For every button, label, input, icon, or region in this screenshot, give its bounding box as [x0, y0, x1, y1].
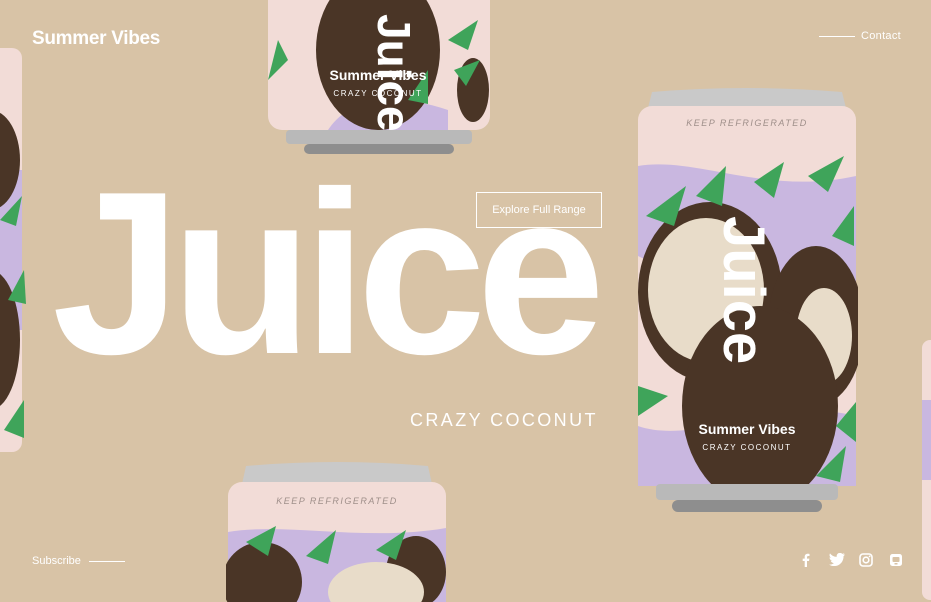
hero-subtitle: CRAZY COCONUT: [410, 410, 598, 430]
can-right-top-text: KEEP REFRIGERATED: [686, 118, 808, 128]
can-left-partial: [0, 48, 26, 452]
twitter-icon[interactable]: [829, 552, 845, 567]
contact-link[interactable]: Contact: [818, 30, 901, 42]
contact-divider: [818, 35, 855, 37]
can-top: Juice Summer Vibes CRAZY COCONUT: [268, 0, 490, 154]
can-right-edge-partial: [922, 340, 931, 600]
subscribe-label: Subscribe: [32, 555, 81, 567]
media-icon[interactable]: [889, 553, 903, 567]
can-top-brand: Summer Vibes: [329, 67, 426, 83]
can-right-brand: Summer Vibes: [698, 421, 795, 437]
can-bottom: KEEP REFRIGERATED: [226, 462, 446, 602]
can-right-flavor: CRAZY COCONUT: [702, 443, 791, 452]
subscribe-divider: [88, 560, 125, 562]
subscribe-link[interactable]: Subscribe: [32, 555, 125, 567]
social-links: [799, 552, 903, 567]
instagram-icon[interactable]: [859, 553, 873, 567]
contact-label: Contact: [860, 30, 901, 42]
can-bottom-top-text: KEEP REFRIGERATED: [276, 496, 398, 506]
can-right-main: KEEP REFRIGERATED Juice Summer Vibes CRA…: [638, 88, 858, 512]
can-top-flavor: CRAZY COCONUT: [333, 89, 422, 98]
explore-full-range-button[interactable]: Explore Full Range: [476, 192, 602, 228]
brand-logo[interactable]: Summer Vibes: [32, 28, 160, 50]
facebook-icon[interactable]: [799, 553, 813, 567]
can-right-word: Juice: [711, 216, 776, 364]
